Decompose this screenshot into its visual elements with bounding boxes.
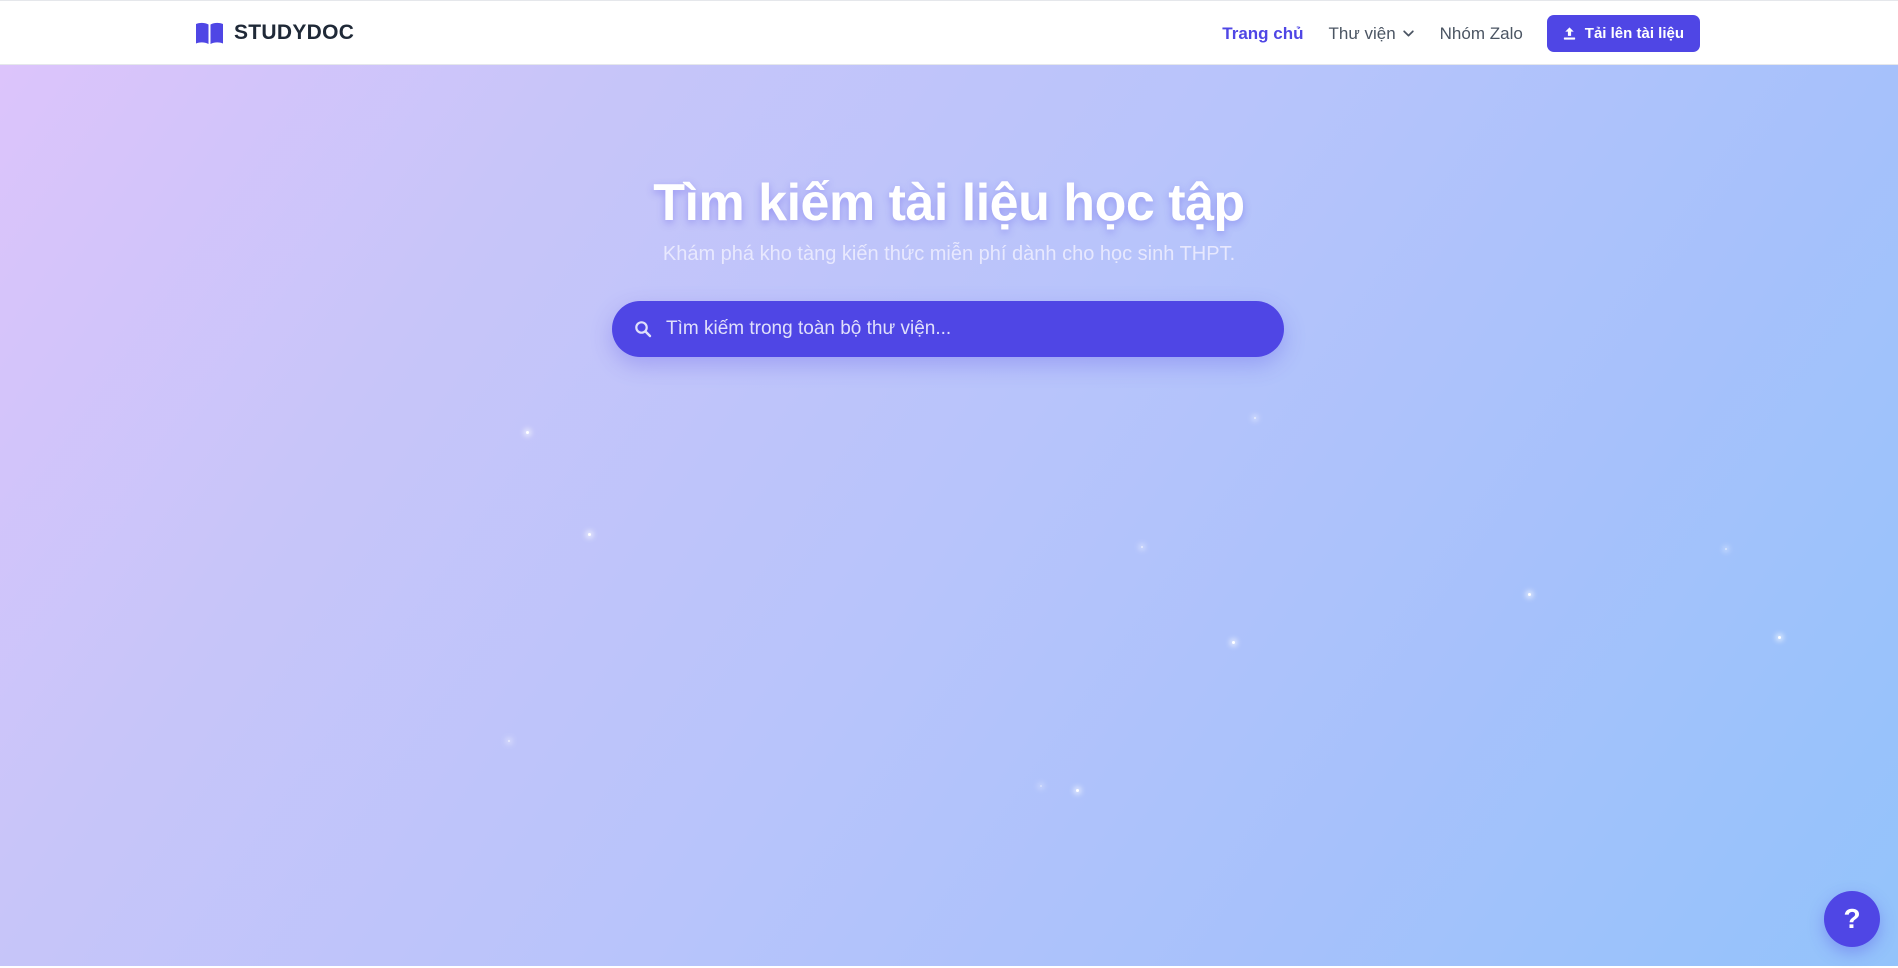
hero-section: Tìm kiếm tài liệu học tập Khám phá kho t… [0, 65, 1898, 966]
open-book-icon [196, 22, 223, 44]
sparkle-dot [1141, 546, 1143, 548]
sparkle-dot [588, 533, 591, 536]
sparkle-dot [1528, 593, 1531, 596]
sparkle-dot [1040, 785, 1042, 787]
sparkle-dot [526, 431, 529, 434]
search-bar[interactable] [612, 301, 1284, 357]
main-nav: Trang chủ Thư viện Nhóm Zalo Tải lên tài… [1222, 15, 1700, 52]
nav-link-library-label: Thư viện [1328, 23, 1396, 43]
upload-button-label: Tải lên tài liệu [1584, 25, 1684, 42]
brand-logo[interactable]: STUDYDOC [195, 21, 354, 45]
sparkle-dot [1232, 641, 1235, 644]
sparkle-dot [1254, 417, 1256, 419]
hero-subtitle: Khám phá kho tàng kiến thức miễn phí dàn… [662, 243, 1236, 265]
hero-title: Tìm kiếm tài liệu học tập [653, 174, 1245, 232]
sparkle-dot [1725, 548, 1727, 550]
sparkle-dot [1778, 636, 1781, 639]
nav-link-zalo-group[interactable]: Nhóm Zalo [1440, 24, 1523, 44]
brand-name: STUDYDOC [234, 21, 355, 44]
sparkle-dot [1076, 789, 1079, 792]
upload-icon [1563, 27, 1575, 40]
nav-dropdown-library[interactable]: Thư viện [1329, 24, 1415, 44]
sparkle-dot [508, 740, 510, 742]
upload-document-button[interactable]: Tải lên tài liệu [1546, 15, 1700, 52]
nav-link-home[interactable]: Trang chủ [1222, 24, 1303, 44]
top-navbar: STUDYDOC Trang chủ Thư viện Nhóm Zalo Tả… [0, 0, 1898, 65]
chevron-down-icon [1402, 30, 1414, 37]
help-button[interactable]: ? [1824, 891, 1880, 947]
search-input[interactable] [666, 301, 1266, 357]
search-icon [635, 321, 652, 338]
